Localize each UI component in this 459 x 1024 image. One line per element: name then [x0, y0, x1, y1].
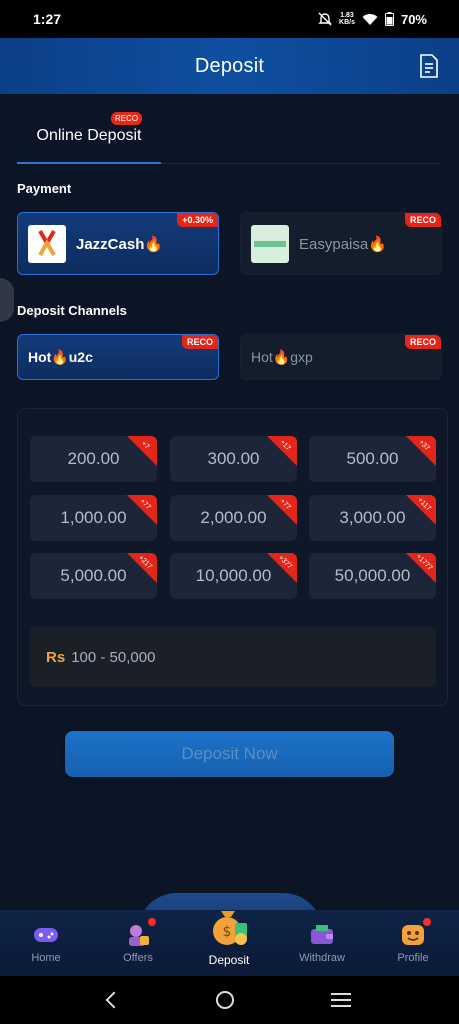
- amount-option[interactable]: 2,000.00 +77: [170, 495, 297, 541]
- reco-badge: RECO: [111, 112, 143, 125]
- currency-symbol: Rs: [46, 648, 66, 666]
- channel-u2c[interactable]: Hot🔥u2c RECO: [17, 334, 219, 380]
- jazzcash-logo: [28, 224, 66, 263]
- amount-value: 5,000.00: [60, 566, 127, 585]
- amount-range-placeholder: 100 - 50,000: [71, 648, 156, 666]
- money-bag-icon: $: [213, 911, 247, 945]
- reco-badge: RECO: [404, 213, 441, 227]
- gamepad-icon: [34, 928, 58, 942]
- network-speed: 1.83 KB/s: [339, 12, 355, 26]
- nav-label: Offers: [123, 952, 153, 964]
- amount-option[interactable]: 1,000.00 +77: [30, 495, 157, 541]
- wallet-icon: [311, 925, 333, 944]
- amount-option[interactable]: 500.00 +37: [309, 436, 436, 482]
- nav-label: Home: [31, 952, 61, 964]
- gift-user-icon: [129, 925, 149, 946]
- payment-method-easypaisa[interactable]: Easypaisa🔥 RECO: [240, 212, 442, 275]
- payment-method-name: JazzCash🔥: [76, 235, 164, 253]
- channel-name: Hot🔥gxp: [251, 348, 313, 365]
- recent-apps-icon[interactable]: [330, 993, 351, 1007]
- nav-offers[interactable]: Offers: [98, 910, 178, 976]
- amount-value: 200.00: [67, 449, 120, 468]
- notification-dot: [148, 918, 156, 926]
- page-title: Deposit: [194, 54, 265, 77]
- amount-panel: 200.00 +7 300.00 +17 500.00 +37 1,000.00…: [17, 408, 448, 706]
- nav-label: Deposit: [208, 953, 250, 967]
- amount-option[interactable]: 300.00 +17: [170, 436, 297, 482]
- easypaisa-logo: [251, 224, 289, 263]
- profile-face-icon: [402, 925, 424, 945]
- bonus-badge: +0.30%: [177, 213, 218, 227]
- system-nav-bar: [0, 976, 459, 1024]
- svg-text:$: $: [223, 924, 232, 940]
- wifi-icon: [362, 13, 378, 25]
- amount-value: 1,000.00: [60, 508, 127, 527]
- payment-label: Payment: [17, 181, 72, 196]
- deposit-now-button[interactable]: Deposit Now: [65, 731, 394, 777]
- tab-label: Online Deposit: [36, 127, 142, 144]
- nav-profile[interactable]: Profile: [373, 910, 453, 976]
- amount-option[interactable]: 50,000.00 +1777: [309, 553, 436, 599]
- back-icon[interactable]: [105, 991, 123, 1009]
- amount-value: 2,000.00: [200, 508, 267, 527]
- record-icon[interactable]: [419, 54, 439, 78]
- battery-level: 70%: [400, 11, 427, 27]
- notification-dot: [423, 918, 431, 926]
- payment-method-name: Easypaisa🔥: [299, 235, 387, 253]
- side-drag-handle[interactable]: [0, 278, 14, 322]
- mute-icon: [318, 12, 332, 26]
- amount-value: 10,000.00: [195, 566, 272, 585]
- clock: 1:27: [33, 11, 62, 27]
- battery-icon: [384, 12, 394, 26]
- nav-home[interactable]: Home: [6, 910, 86, 976]
- nav-deposit[interactable]: $ Deposit: [189, 903, 269, 973]
- status-bar: 1:27 1.83 KB/s 70%: [0, 0, 459, 38]
- home-circle-icon[interactable]: [216, 991, 235, 1009]
- deposit-tabs: Online Deposit RECO: [17, 110, 441, 164]
- amount-option[interactable]: 200.00 +7: [30, 436, 157, 482]
- amount-option[interactable]: 10,000.00 +377: [170, 553, 297, 599]
- app-header: Deposit: [0, 38, 459, 94]
- amount-option[interactable]: 3,000.00 +117: [309, 495, 436, 541]
- channel-gxp[interactable]: Hot🔥gxp RECO: [240, 334, 442, 380]
- tab-online-deposit[interactable]: Online Deposit RECO: [17, 110, 161, 164]
- amount-value: 50,000.00: [334, 566, 411, 585]
- channel-name: Hot🔥u2c: [28, 348, 93, 365]
- nav-label: Profile: [397, 952, 429, 964]
- amount-value: 500.00: [346, 449, 399, 468]
- amount-option[interactable]: 5,000.00 +217: [30, 553, 157, 599]
- nav-withdraw[interactable]: Withdraw: [282, 910, 362, 976]
- amount-input[interactable]: Rs 100 - 50,000: [30, 627, 436, 687]
- payment-method-jazzcash[interactable]: JazzCash🔥 +0.30%: [17, 212, 219, 275]
- amount-value: 300.00: [207, 449, 260, 468]
- nav-label: Withdraw: [299, 952, 345, 964]
- reco-badge: RECO: [404, 335, 441, 349]
- deposit-channels-label: Deposit Channels: [17, 303, 127, 318]
- amount-value: 3,000.00: [339, 508, 406, 527]
- reco-badge: RECO: [181, 335, 218, 349]
